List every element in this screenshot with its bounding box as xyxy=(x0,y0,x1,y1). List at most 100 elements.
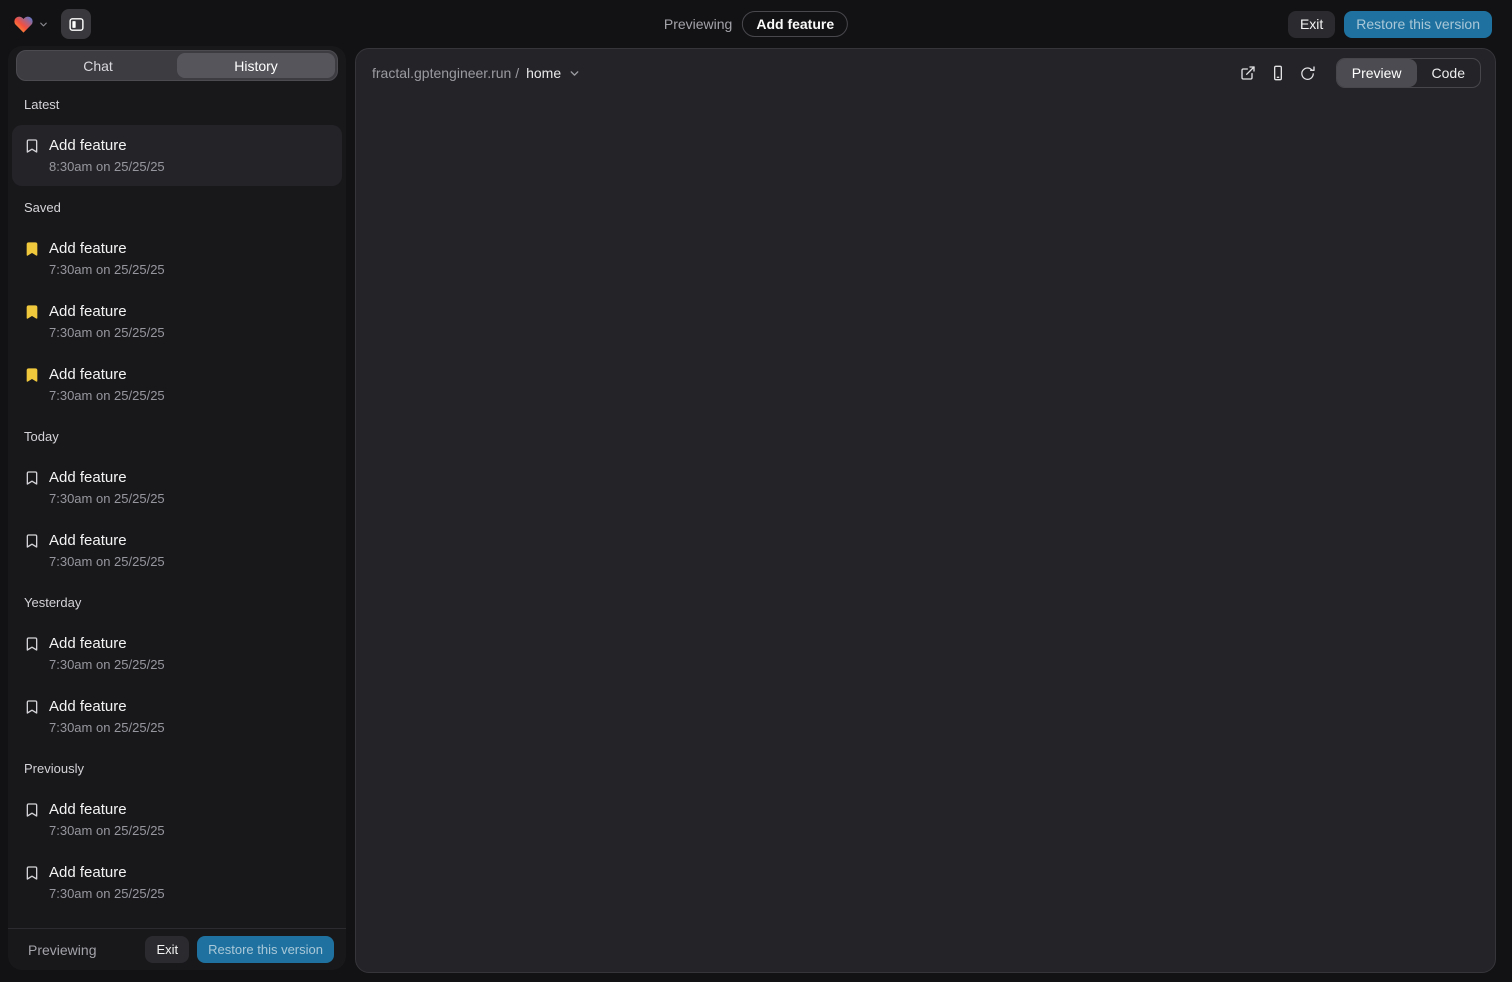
history-item[interactable]: Add feature 7:30am on 25/25/25 xyxy=(12,291,342,352)
item-text: Add feature 7:30am on 25/25/25 xyxy=(49,634,165,673)
item-text: Add feature 7:30am on 25/25/25 xyxy=(49,302,165,341)
open-in-new-tab-icon xyxy=(1240,65,1256,81)
preview-header-actions: Preview Code xyxy=(1234,58,1481,88)
item-title: Add feature xyxy=(49,365,165,384)
history-section: Previously Add feature 7:30am on 25/25/2… xyxy=(12,761,342,913)
history-section: Yesterday Add feature 7:30am on 25/25/25… xyxy=(12,595,342,747)
section-items: Add feature 8:30am on 25/25/25 xyxy=(12,125,342,186)
toggle-preview-button[interactable]: Preview xyxy=(1337,59,1417,87)
history-item[interactable]: Add feature 7:30am on 25/25/25 xyxy=(12,789,342,850)
item-time: 7:30am on 25/25/25 xyxy=(49,262,165,278)
chevron-down-icon xyxy=(568,67,581,80)
history-item[interactable]: Add feature 7:30am on 25/25/25 xyxy=(12,228,342,289)
bookmark-icon xyxy=(24,138,40,154)
item-time: 7:30am on 25/25/25 xyxy=(49,823,165,839)
topbar-right: Exit Restore this version xyxy=(1288,11,1492,38)
item-time: 7:30am on 25/25/25 xyxy=(49,886,165,902)
history-item[interactable]: Add feature 7:30am on 25/25/25 xyxy=(12,852,342,913)
item-title: Add feature xyxy=(49,800,165,819)
exit-button[interactable]: Exit xyxy=(1288,11,1335,38)
footer-exit-button[interactable]: Exit xyxy=(145,936,189,963)
bookmark-icon xyxy=(24,699,40,715)
item-text: Add feature 7:30am on 25/25/25 xyxy=(49,468,165,507)
item-title: Add feature xyxy=(49,697,165,716)
history-section: Latest Add feature 8:30am on 25/25/25 xyxy=(12,97,342,186)
item-time: 7:30am on 25/25/25 xyxy=(49,325,165,341)
history-item[interactable]: Add feature 7:30am on 25/25/25 xyxy=(12,520,342,581)
topbar: Previewing Add feature Exit Restore this… xyxy=(0,0,1512,48)
sidebar-tabs: Chat History xyxy=(16,50,338,81)
preview-url-dropdown[interactable]: fractal.gptengineer.run / home xyxy=(372,65,581,81)
toggle-code-button[interactable]: Code xyxy=(1417,59,1480,87)
version-badge: Add feature xyxy=(742,11,848,37)
item-text: Add feature 7:30am on 25/25/25 xyxy=(49,800,165,839)
tab-chat[interactable]: Chat xyxy=(19,53,177,78)
history-item[interactable]: Add feature 7:30am on 25/25/25 xyxy=(12,686,342,747)
preview-url-page: home xyxy=(526,65,561,81)
history-section: Today Add feature 7:30am on 25/25/25 Add… xyxy=(12,429,342,581)
item-title: Add feature xyxy=(49,634,165,653)
item-time: 7:30am on 25/25/25 xyxy=(49,554,165,570)
footer-previewing-label: Previewing xyxy=(28,942,96,958)
item-title: Add feature xyxy=(49,863,165,882)
section-label: Saved xyxy=(24,200,330,215)
section-label: Latest xyxy=(24,97,330,112)
item-text: Add feature 7:30am on 25/25/25 xyxy=(49,863,165,902)
item-title: Add feature xyxy=(49,136,165,155)
item-title: Add feature xyxy=(49,531,165,550)
bookmark-icon xyxy=(24,533,40,549)
history-item[interactable]: Add feature 7:30am on 25/25/25 xyxy=(12,457,342,518)
preview-header: fractal.gptengineer.run / home xyxy=(356,49,1495,97)
lovable-heart-icon xyxy=(12,14,35,35)
section-label: Previously xyxy=(24,761,330,776)
restore-version-button[interactable]: Restore this version xyxy=(1344,11,1492,38)
item-text: Add feature 7:30am on 25/25/25 xyxy=(49,531,165,570)
history-sidebar: Chat History Latest Add feature 8:30am o… xyxy=(8,46,346,970)
tab-history[interactable]: History xyxy=(177,53,335,78)
sidebar-toggle-button[interactable] xyxy=(61,9,91,39)
section-items: Add feature 7:30am on 25/25/25 Add featu… xyxy=(12,228,342,415)
history-list[interactable]: Latest Add feature 8:30am on 25/25/25 Sa… xyxy=(8,81,346,928)
item-title: Add feature xyxy=(49,239,165,258)
item-time: 7:30am on 25/25/25 xyxy=(49,388,165,404)
footer-restore-version-button[interactable]: Restore this version xyxy=(197,936,334,963)
workspace-menu-button[interactable] xyxy=(12,14,49,35)
refresh-icon xyxy=(1300,65,1316,81)
open-in-new-tab-button[interactable] xyxy=(1234,59,1262,87)
mobile-preview-button[interactable] xyxy=(1264,59,1292,87)
bookmark-icon xyxy=(24,470,40,486)
topbar-left xyxy=(12,9,91,39)
section-items: Add feature 7:30am on 25/25/25 Add featu… xyxy=(12,623,342,747)
section-items: Add feature 7:30am on 25/25/25 Add featu… xyxy=(12,457,342,581)
panel-left-icon xyxy=(68,16,85,33)
item-time: 7:30am on 25/25/25 xyxy=(49,720,165,736)
history-section: Saved Add feature 7:30am on 25/25/25 Add… xyxy=(12,200,342,415)
item-text: Add feature 7:30am on 25/25/25 xyxy=(49,697,165,736)
bookmark-icon xyxy=(24,304,40,320)
preview-url-prefix: fractal.gptengineer.run / xyxy=(372,65,519,81)
refresh-button[interactable] xyxy=(1294,59,1322,87)
preview-panel: fractal.gptengineer.run / home xyxy=(355,48,1496,973)
history-item[interactable]: Add feature 8:30am on 25/25/25 xyxy=(12,125,342,186)
preview-body xyxy=(356,97,1495,972)
history-item[interactable]: Add feature 7:30am on 25/25/25 xyxy=(12,354,342,415)
sidebar-footer: Previewing Exit Restore this version xyxy=(8,928,346,970)
section-label: Today xyxy=(24,429,330,444)
item-text: Add feature 7:30am on 25/25/25 xyxy=(49,239,165,278)
item-time: 7:30am on 25/25/25 xyxy=(49,491,165,507)
item-time: 7:30am on 25/25/25 xyxy=(49,657,165,673)
item-title: Add feature xyxy=(49,468,165,487)
item-time: 8:30am on 25/25/25 xyxy=(49,159,165,175)
section-label: Yesterday xyxy=(24,595,330,610)
bookmark-icon xyxy=(24,865,40,881)
mobile-preview-icon xyxy=(1270,65,1286,81)
chevron-down-icon xyxy=(38,19,49,30)
history-item[interactable]: Add feature 7:30am on 25/25/25 xyxy=(12,623,342,684)
bookmark-icon xyxy=(24,802,40,818)
section-items: Add feature 7:30am on 25/25/25 Add featu… xyxy=(12,789,342,913)
bookmark-icon xyxy=(24,241,40,257)
bookmark-icon xyxy=(24,636,40,652)
topbar-center: Previewing Add feature xyxy=(664,0,848,48)
item-text: Add feature 8:30am on 25/25/25 xyxy=(49,136,165,175)
item-text: Add feature 7:30am on 25/25/25 xyxy=(49,365,165,404)
